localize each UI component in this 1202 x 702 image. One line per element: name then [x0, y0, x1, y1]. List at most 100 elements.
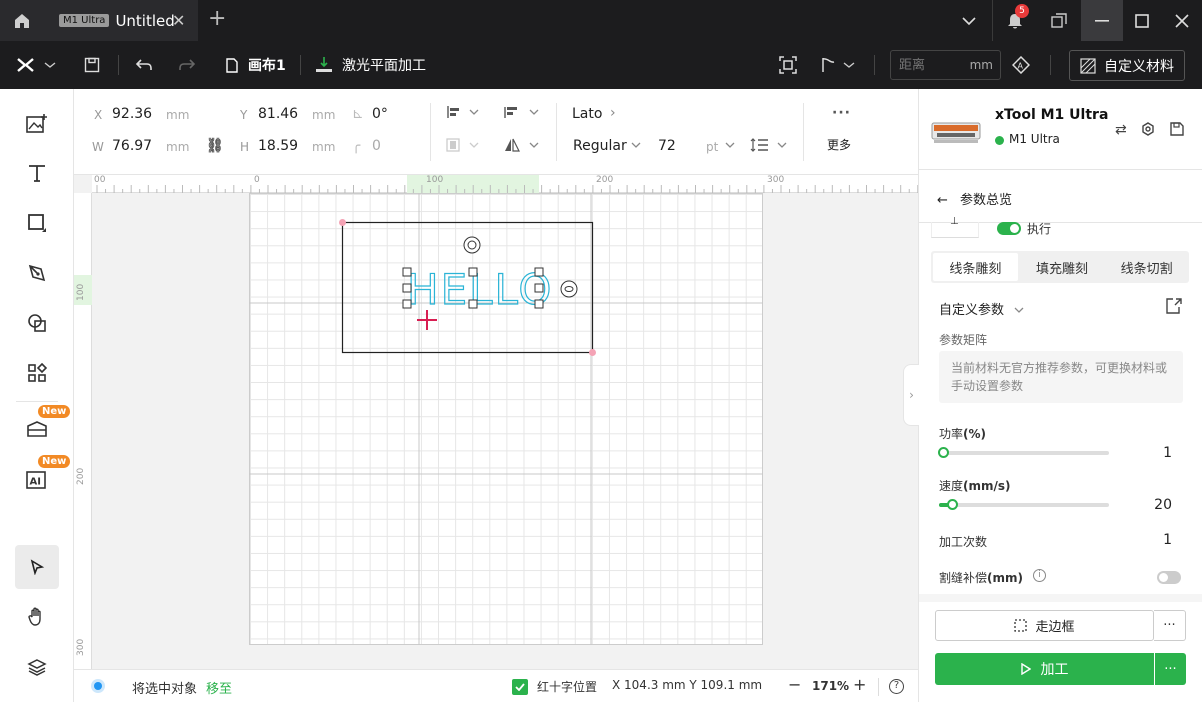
- custom-params-select[interactable]: 自定义参数: [939, 299, 1024, 318]
- distance-input[interactable]: [899, 57, 969, 72]
- x-label: X: [94, 108, 103, 122]
- move-to-link[interactable]: 移至: [206, 678, 232, 697]
- add-image-tool[interactable]: [15, 101, 59, 145]
- tab-fill-engrave[interactable]: 填充雕刻: [1020, 251, 1105, 283]
- kerf-label: 割缝补偿(mm): [939, 571, 1023, 585]
- camera-button[interactable]: [779, 41, 797, 89]
- power-slider-knob[interactable]: [937, 447, 949, 458]
- zoom-level[interactable]: 171%: [812, 679, 849, 693]
- toolbar-divider: [300, 55, 301, 75]
- elements-tool[interactable]: [15, 351, 59, 395]
- execute-toggle[interactable]: [997, 222, 1021, 235]
- switch-device-icon[interactable]: ⇄: [1115, 122, 1127, 138]
- material-detect-button[interactable]: A: [1012, 41, 1030, 89]
- h-input[interactable]: 18.59: [258, 138, 298, 154]
- more-label[interactable]: 更多: [827, 136, 851, 153]
- windows-button[interactable]: [1038, 0, 1080, 41]
- corner-radius-input[interactable]: 0: [372, 138, 381, 154]
- w-input[interactable]: 76.97: [112, 138, 152, 154]
- zoom-in-button[interactable]: +: [853, 675, 866, 694]
- distribute-dropdown[interactable]: [504, 105, 540, 123]
- speed-value[interactable]: 20: [1154, 497, 1172, 513]
- device-settings-button[interactable]: [1141, 122, 1155, 140]
- scale-handle-icon[interactable]: [560, 280, 578, 298]
- speed-slider-knob[interactable]: [947, 499, 959, 510]
- material-pattern-icon: [1080, 57, 1096, 74]
- font-size-input[interactable]: 72: [658, 138, 676, 154]
- settings-icon: [1142, 122, 1154, 136]
- more-icon[interactable]: ···: [832, 105, 851, 121]
- canvas-selector[interactable]: 画布1: [226, 41, 286, 89]
- distance-field[interactable]: mm: [890, 50, 1001, 80]
- export-params-button[interactable]: [1165, 297, 1183, 319]
- save-button[interactable]: [84, 41, 100, 89]
- process-more-button[interactable]: ···: [1155, 653, 1186, 685]
- folder-box-icon: [27, 421, 47, 437]
- select-tool[interactable]: [15, 545, 59, 589]
- frame-more-button[interactable]: ···: [1154, 610, 1186, 641]
- text-tool[interactable]: [15, 151, 59, 195]
- notifications-button[interactable]: [994, 0, 1036, 41]
- rotate-handle-icon[interactable]: [463, 236, 481, 254]
- combine-tool[interactable]: [15, 301, 59, 345]
- save-file-icon: [1170, 122, 1184, 136]
- align-dropdown[interactable]: [446, 105, 480, 123]
- layers-tool[interactable]: [15, 645, 59, 689]
- pen-tool[interactable]: [15, 251, 59, 295]
- home-button[interactable]: [0, 0, 44, 41]
- dropdown-chevron-button[interactable]: [948, 0, 990, 41]
- line-spacing-dropdown[interactable]: [750, 137, 788, 157]
- document-tab[interactable]: M1 Ultra Untitled ✕: [44, 0, 198, 41]
- undo-icon: [135, 59, 152, 70]
- minimize-button[interactable]: [1081, 0, 1123, 41]
- frame-button[interactable]: 走边框: [935, 610, 1154, 641]
- kerf-toggle[interactable]: [1157, 571, 1181, 584]
- shape-tool[interactable]: [15, 201, 59, 245]
- custom-material-button[interactable]: 自定义材料: [1069, 50, 1185, 81]
- arrange-icon: [446, 138, 479, 152]
- hello-text-object[interactable]: HELLO: [406, 264, 553, 314]
- lock-ratio-icon[interactable]: ⛓: [206, 138, 224, 154]
- collapse-panel-button[interactable]: ›: [903, 364, 919, 426]
- close-tab-icon[interactable]: ✕: [172, 11, 185, 30]
- info-icon[interactable]: i: [1033, 569, 1046, 582]
- help-icon[interactable]: ?: [889, 679, 904, 694]
- zoom-out-button[interactable]: −: [788, 675, 801, 694]
- process-button[interactable]: 加工: [935, 653, 1154, 685]
- crosshair-checkbox[interactable]: [512, 679, 528, 695]
- rotation-input[interactable]: 0°: [372, 106, 388, 122]
- passes-value[interactable]: 1: [1163, 532, 1172, 548]
- h-unit: mm: [312, 140, 336, 154]
- process-mode-selector[interactable]: 激光平面加工: [315, 41, 426, 89]
- arrange-dropdown[interactable]: [446, 138, 480, 156]
- back-to-overview-button[interactable]: ← 参数总览: [937, 189, 1012, 208]
- canvas-area[interactable]: 00 0 100 200 300 100 200 300 HELLO: [74, 175, 918, 669]
- maximize-button[interactable]: [1121, 0, 1163, 41]
- more-icon: ···: [1164, 661, 1177, 677]
- chevron-down-icon: [962, 16, 976, 25]
- app-menu-button[interactable]: [16, 41, 56, 89]
- export-button[interactable]: [1170, 122, 1184, 140]
- font-style-select[interactable]: Regular: [573, 138, 627, 154]
- redo-button[interactable]: [178, 41, 196, 89]
- new-tab-button[interactable]: +: [208, 6, 226, 31]
- undo-button[interactable]: [135, 41, 153, 89]
- close-icon: [1175, 13, 1189, 28]
- flip-dropdown[interactable]: [504, 138, 540, 156]
- positioning-button[interactable]: [819, 41, 855, 89]
- pan-tool[interactable]: [15, 595, 59, 639]
- arrow-left-icon: ←: [937, 193, 948, 208]
- x-input[interactable]: 92.36: [112, 106, 152, 122]
- right-panel: › xTool M1 Ultra M1 Ultra ⇄ ← 参数总览 ⊥ 执行 …: [903, 89, 1202, 702]
- close-window-button[interactable]: [1161, 0, 1202, 41]
- tab-line-cut[interactable]: 线条切割: [1104, 251, 1189, 283]
- power-slider[interactable]: [937, 447, 1109, 458]
- distance-unit: mm: [969, 58, 993, 72]
- y-input[interactable]: 81.46: [258, 106, 298, 122]
- speed-slider[interactable]: [939, 499, 1109, 510]
- power-value[interactable]: 1: [1163, 445, 1172, 461]
- tab-line-engrave[interactable]: 线条雕刻: [933, 253, 1018, 281]
- font-family-select[interactable]: Lato: [572, 106, 602, 122]
- font-unit-select[interactable]: pt: [706, 140, 718, 154]
- chevron-right-icon: ›: [610, 105, 616, 121]
